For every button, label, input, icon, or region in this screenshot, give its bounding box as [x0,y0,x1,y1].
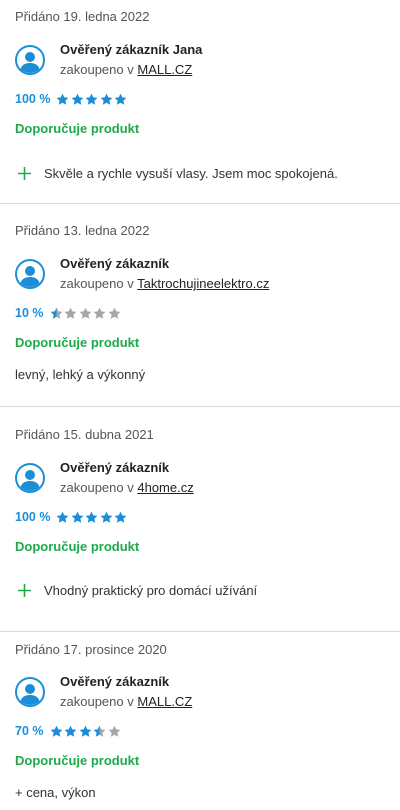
reviewer-name: Ověřený zákazník Jana [60,42,203,57]
rating: 100 % [15,92,129,106]
rating-percent: 70 % [15,724,44,738]
review-card: Přidáno 19. ledna 2022 Ověřený zákazník … [0,0,400,204]
star-icon [108,307,120,319]
rating-percent: 10 % [15,306,44,320]
review-card: Přidáno 15. dubna 2021 Ověřený zákazník … [0,407,400,632]
rating: 100 % [15,510,129,524]
review-card: Přidáno 17. prosince 2020 Ověřený zákazn… [0,632,400,810]
star-icon [64,307,77,319]
plus-icon [18,167,31,180]
star-icon [57,93,69,105]
star-rating [56,93,129,106]
pro-text: Vhodný praktický pro domácí užívání [44,583,258,598]
review-card: Přidáno 13. ledna 2022 Ověřený zákazník … [0,204,400,407]
shop-link[interactable]: 4home.cz [137,480,193,495]
user-avatar-icon [15,677,45,707]
recommend-label: Doporučuje produkt [15,753,140,768]
star-icon [86,511,98,523]
star-icon [50,307,62,319]
review-text: levný, lehký a výkonný [15,367,146,382]
star-icon [100,511,113,523]
star-icon [108,725,120,737]
pro-item: Vhodný praktický pro domácí užívání [18,583,257,598]
purchase-source-prefix: zakoupeno v [60,276,134,291]
pro-text: Skvěle a rychle vysuší vlasy. Jsem moc s… [44,166,338,181]
star-icon [93,307,106,319]
star-icon [71,93,84,105]
rating-percent: 100 % [15,92,51,106]
star-icon [79,725,91,737]
purchase-source-prefix: zakoupeno v [60,480,134,495]
star-icon [115,511,127,523]
review-text: + cena, výkon [15,785,96,800]
recommend-label: Doporučuje produkt [15,335,140,350]
star-icon [64,725,77,737]
recommend-label: Doporučuje produkt [15,539,140,554]
rating: 10 % [15,306,122,320]
shop-link[interactable]: MALL.CZ [137,62,192,77]
purchase-source: zakoupeno v MALL.CZ [60,694,192,709]
reviewer-name: Ověřený zákazník [60,256,170,271]
user-avatar-icon [15,45,45,75]
review-date: Přidáno 15. dubna 2021 [15,427,154,442]
purchase-source: zakoupeno v Taktrochujineelektro.cz [60,276,269,291]
purchase-source: zakoupeno v MALL.CZ [60,62,192,77]
star-icon [57,511,69,523]
plus-icon [18,584,31,597]
purchase-source-prefix: zakoupeno v [60,62,134,77]
purchase-source-prefix: zakoupeno v [60,694,134,709]
user-avatar-icon [15,259,45,289]
star-icon [71,511,84,523]
recommend-label: Doporučuje produkt [15,121,140,136]
star-rating [56,511,129,524]
star-icon [93,725,106,737]
shop-link[interactable]: MALL.CZ [137,694,192,709]
review-date: Přidáno 17. prosince 2020 [15,642,167,657]
user-avatar-icon [15,463,45,493]
rating: 70 % [15,724,122,738]
star-rating [50,307,123,320]
shop-link[interactable]: Taktrochujineelektro.cz [137,276,269,291]
star-rating [50,725,123,738]
rating-percent: 100 % [15,510,51,524]
purchase-source: zakoupeno v 4home.cz [60,480,194,495]
reviewer-name: Ověřený zákazník [60,460,170,475]
star-icon [50,725,62,737]
review-date: Přidáno 19. ledna 2022 [15,9,150,24]
star-icon [79,307,91,319]
review-date: Přidáno 13. ledna 2022 [15,223,150,238]
star-icon [115,93,127,105]
pro-item: Skvěle a rychle vysuší vlasy. Jsem moc s… [18,166,338,181]
star-icon [100,93,113,105]
reviewer-name: Ověřený zákazník [60,674,170,689]
star-icon [86,93,98,105]
